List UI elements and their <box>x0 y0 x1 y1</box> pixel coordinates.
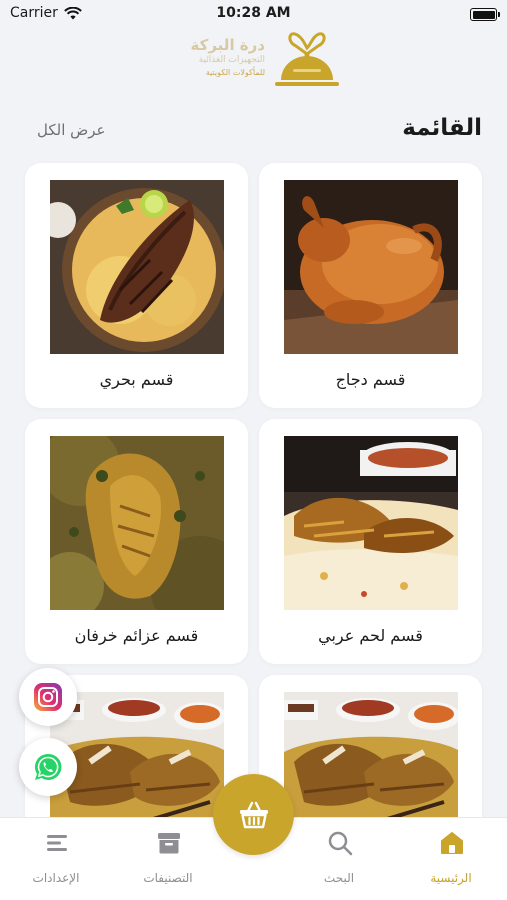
battery-icon <box>470 8 500 21</box>
tab-categories-label: التصنيفات <box>143 871 193 885</box>
category-card-seafood[interactable]: قسم بحري <box>25 163 248 408</box>
category-image <box>284 180 458 354</box>
lamb-rice-image <box>50 436 224 610</box>
tab-settings[interactable]: الإعدادات <box>6 818 106 900</box>
category-label: قسم بحري <box>99 370 174 389</box>
status-time: 10:28 AM <box>216 5 291 21</box>
category-image <box>284 436 458 610</box>
cart-button[interactable] <box>213 774 294 855</box>
tab-categories[interactable]: التصنيفات <box>118 818 218 900</box>
tab-search[interactable]: البحث <box>289 818 389 900</box>
archive-icon <box>158 833 180 854</box>
brand-logo: درة البركة التجهيزات الغذائية للمأكولات … <box>165 28 343 94</box>
whatsapp-button[interactable] <box>19 738 77 796</box>
logo-line2: التجهيزات الغذائية <box>198 55 265 65</box>
tab-home-label: الرئيسية <box>430 871 472 885</box>
status-bar: Carrier 10:28 AM <box>0 0 507 30</box>
tab-search-label: البحث <box>323 871 355 885</box>
category-card-arabic-meat[interactable]: قسم لحم عربي <box>259 419 482 664</box>
list-icon <box>47 835 67 851</box>
category-image <box>50 180 224 354</box>
logo-line3: للمأكولات الكويتية <box>205 68 265 77</box>
category-label: قسم لحم عربي <box>318 626 423 645</box>
instagram-button[interactable] <box>19 668 77 726</box>
instagram-icon <box>34 683 62 711</box>
roast-chicken-image <box>284 180 458 354</box>
home-icon <box>441 832 463 854</box>
page-title: القائمة <box>402 115 482 141</box>
basket-icon <box>239 801 268 828</box>
brand-logo-text: درة البركة التجهيزات الغذائية للمأكولات … <box>165 36 265 79</box>
view-all-link[interactable]: عرض الكل <box>37 121 106 139</box>
logo-line1: درة البركة <box>190 36 265 54</box>
category-label: قسم عزائم خرفان <box>74 626 199 645</box>
meat-rice-image <box>284 436 458 610</box>
whatsapp-icon <box>34 753 62 780</box>
category-card-chicken[interactable]: قسم دجاج <box>259 163 482 408</box>
logo-cloche-icon <box>275 32 339 86</box>
tab-settings-label: الإعدادات <box>32 871 80 885</box>
fish-rice-image <box>50 180 224 354</box>
category-label: قسم دجاج <box>335 370 406 389</box>
category-image <box>50 436 224 610</box>
category-card-lamb-feasts[interactable]: قسم عزائم خرفان <box>25 419 248 664</box>
search-icon <box>328 831 353 856</box>
tab-home[interactable]: الرئيسية <box>401 818 501 900</box>
